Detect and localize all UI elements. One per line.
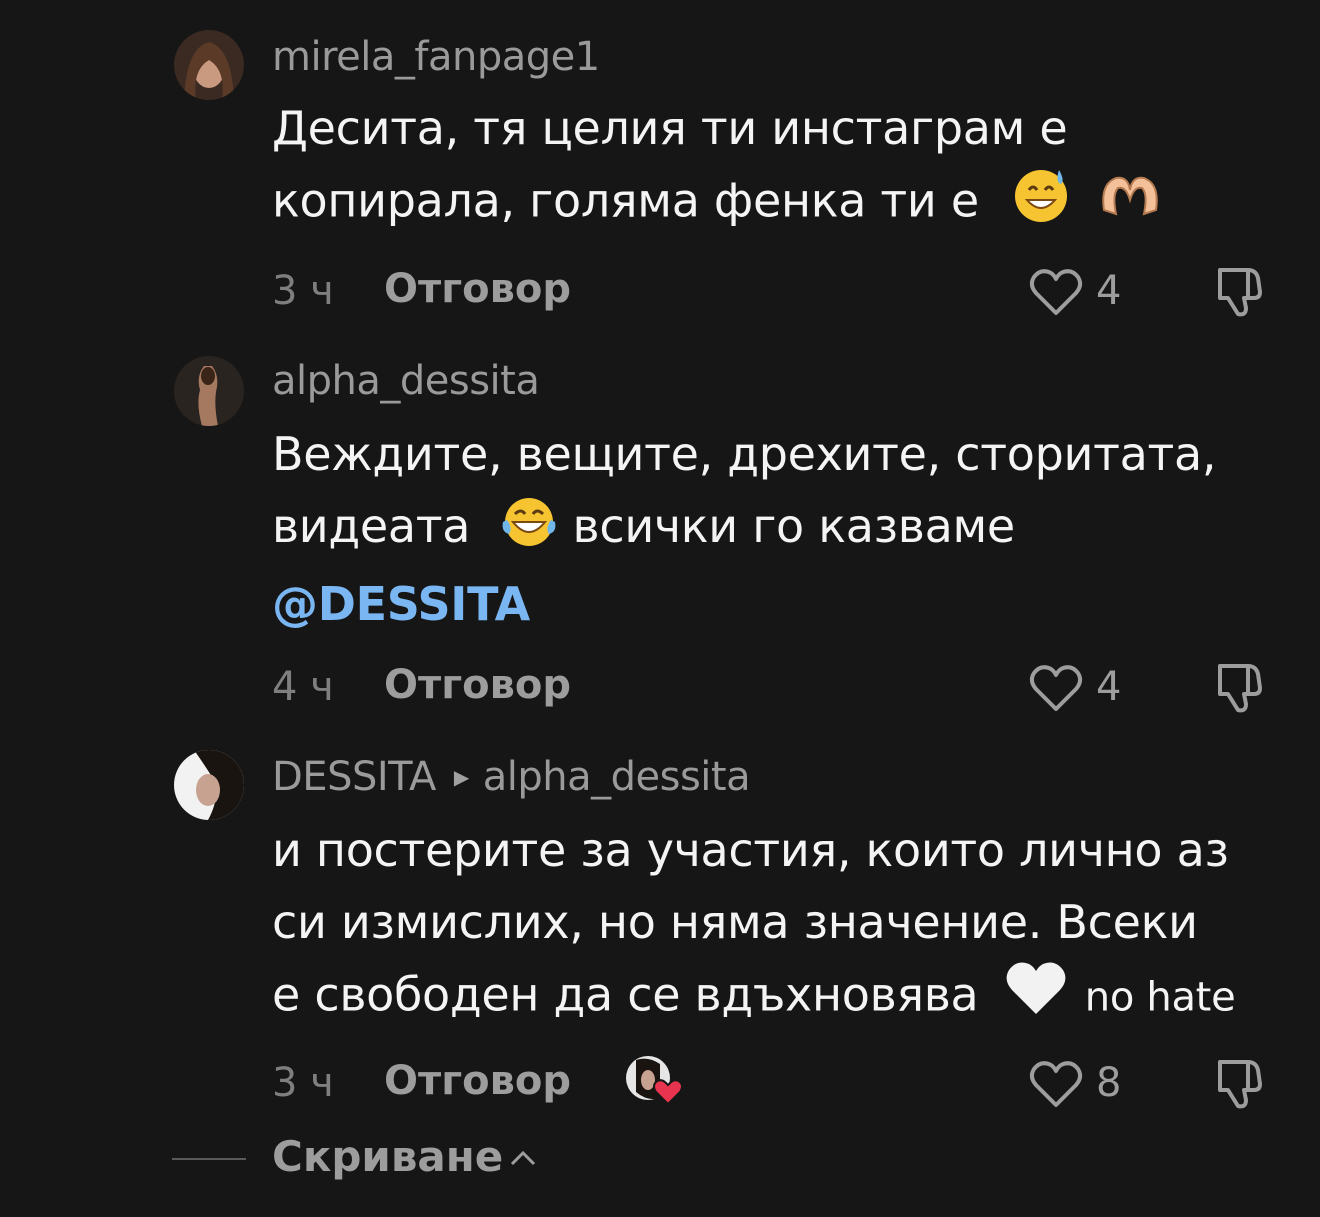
mention-link[interactable]: @DESSITA	[272, 568, 1302, 640]
avatar[interactable]	[174, 30, 244, 100]
username[interactable]: mirela_fanpage1	[272, 34, 600, 80]
comment-time: 3 ч	[272, 1060, 334, 1106]
like-count: 8	[1096, 1060, 1122, 1106]
heart-outline-icon[interactable]	[1028, 266, 1084, 318]
hide-replies-button[interactable]: Скриване	[272, 1132, 503, 1181]
heart-outline-icon[interactable]	[1028, 1058, 1084, 1110]
grinning-sweat-emoji	[1011, 164, 1071, 244]
reply-button[interactable]: Отговор	[384, 662, 571, 708]
creator-liked-icon	[626, 1056, 683, 1106]
thumbs-down-icon[interactable]	[1210, 1054, 1268, 1112]
avatar[interactable]	[174, 750, 244, 820]
comment-text: Веждите, вещите, дрехите, сторитата, вид…	[272, 418, 1302, 640]
comment-text: и постерите за участия, които лично аз с…	[272, 814, 1302, 1038]
laughing-tears-emoji	[499, 492, 559, 568]
avatar[interactable]	[174, 356, 244, 426]
like-count: 4	[1096, 664, 1122, 710]
reply-button[interactable]: Отговор	[384, 266, 571, 312]
heart-outline-icon[interactable]	[1028, 662, 1084, 714]
reply-to-username[interactable]: alpha_dessita	[483, 754, 751, 800]
comment-time: 4 ч	[272, 664, 334, 710]
reply-button[interactable]: Отговор	[384, 1058, 571, 1104]
hide-replies-row[interactable]: Скриване	[0, 1132, 1320, 1192]
comment-time: 3 ч	[272, 268, 334, 314]
white-heart-emoji	[1003, 958, 1069, 1038]
thumbs-down-icon[interactable]	[1210, 262, 1268, 320]
like-count: 4	[1096, 268, 1122, 314]
chevron-up-icon[interactable]	[508, 1146, 538, 1170]
username[interactable]: DESSITA ▶ alpha_dessita	[272, 754, 751, 800]
thumbs-down-icon[interactable]	[1210, 658, 1268, 716]
divider	[172, 1158, 246, 1160]
username[interactable]: alpha_dessita	[272, 358, 540, 404]
comment-text: Десита, тя целия ти инстаграм е копирала…	[272, 92, 1302, 244]
reply-arrow-icon: ▶	[453, 765, 469, 789]
heart-hands-emoji	[1098, 168, 1162, 240]
